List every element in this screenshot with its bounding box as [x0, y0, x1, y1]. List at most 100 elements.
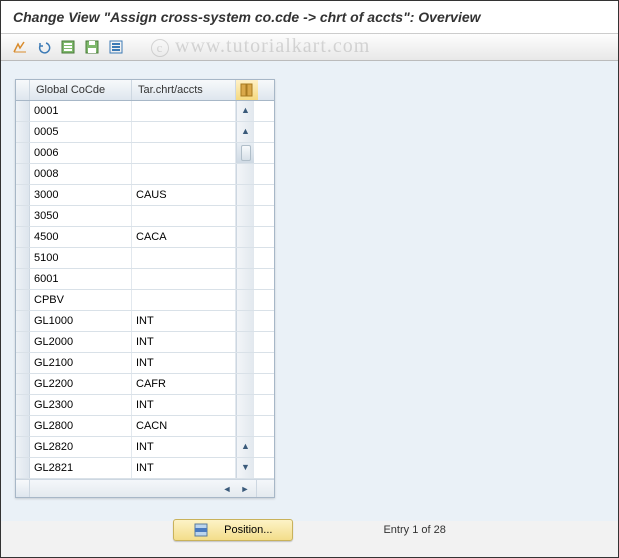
chart-input[interactable] — [136, 462, 231, 474]
cell-chart[interactable] — [132, 437, 236, 457]
cell-chart[interactable] — [132, 143, 236, 163]
cell-chart[interactable] — [132, 374, 236, 394]
vertical-scrollbar-segment[interactable] — [236, 206, 254, 226]
row-selector[interactable] — [16, 248, 30, 268]
chart-input[interactable] — [136, 189, 231, 201]
row-selector[interactable] — [16, 353, 30, 373]
cell-code[interactable] — [30, 290, 132, 310]
undo-icon[interactable] — [35, 38, 53, 56]
scroll-thumb[interactable] — [241, 145, 251, 161]
chart-input[interactable] — [136, 294, 231, 306]
row-selector[interactable] — [16, 143, 30, 163]
code-input[interactable] — [34, 231, 127, 243]
chart-input[interactable] — [136, 336, 231, 348]
vertical-scrollbar-segment[interactable] — [236, 248, 254, 268]
select-all-icon[interactable] — [59, 38, 77, 56]
chart-input[interactable] — [136, 210, 231, 222]
cell-chart[interactable] — [132, 122, 236, 142]
scroll-left-icon[interactable]: ◄ — [220, 482, 234, 496]
code-input[interactable] — [34, 336, 127, 348]
cell-chart[interactable] — [132, 458, 236, 478]
cell-code[interactable] — [30, 206, 132, 226]
change-icon[interactable] — [11, 38, 29, 56]
row-selector[interactable] — [16, 416, 30, 436]
chart-input[interactable] — [136, 420, 231, 432]
vertical-scrollbar-segment[interactable] — [236, 332, 254, 352]
chart-input[interactable] — [136, 399, 231, 411]
row-selector[interactable] — [16, 290, 30, 310]
row-selector[interactable] — [16, 374, 30, 394]
cell-chart[interactable] — [132, 101, 236, 121]
cell-chart[interactable] — [132, 185, 236, 205]
vertical-scrollbar-segment[interactable] — [236, 374, 254, 394]
row-selector[interactable] — [16, 122, 30, 142]
code-input[interactable] — [34, 147, 127, 159]
cell-code[interactable] — [30, 143, 132, 163]
code-input[interactable] — [34, 357, 127, 369]
code-input[interactable] — [34, 252, 127, 264]
cell-code[interactable] — [30, 353, 132, 373]
cell-chart[interactable] — [132, 164, 236, 184]
cell-code[interactable] — [30, 227, 132, 247]
row-selector[interactable] — [16, 101, 30, 121]
vertical-scrollbar-segment[interactable]: ▲ — [236, 101, 254, 121]
vertical-scrollbar-segment[interactable]: ▲ — [236, 437, 254, 457]
cell-chart[interactable] — [132, 227, 236, 247]
chart-input[interactable] — [136, 105, 231, 117]
row-selector-header[interactable] — [16, 80, 30, 100]
row-selector[interactable] — [16, 227, 30, 247]
code-input[interactable] — [34, 273, 127, 285]
cell-code[interactable] — [30, 458, 132, 478]
vertical-scrollbar-segment[interactable] — [236, 185, 254, 205]
cell-code[interactable] — [30, 311, 132, 331]
code-input[interactable] — [34, 462, 127, 474]
code-input[interactable] — [34, 315, 127, 327]
deselect-icon[interactable] — [107, 38, 125, 56]
cell-code[interactable] — [30, 332, 132, 352]
cell-chart[interactable] — [132, 248, 236, 268]
cell-chart[interactable] — [132, 416, 236, 436]
chart-input[interactable] — [136, 273, 231, 285]
chart-input[interactable] — [136, 126, 231, 138]
cell-code[interactable] — [30, 437, 132, 457]
cell-chart[interactable] — [132, 395, 236, 415]
scroll-top-icon[interactable]: ▲ — [239, 103, 253, 117]
cell-chart[interactable] — [132, 311, 236, 331]
vertical-scrollbar-segment[interactable] — [236, 164, 254, 184]
row-selector[interactable] — [16, 332, 30, 352]
code-input[interactable] — [34, 168, 127, 180]
vertical-scrollbar-segment[interactable] — [236, 353, 254, 373]
code-input[interactable] — [34, 189, 127, 201]
cell-code[interactable] — [30, 185, 132, 205]
row-selector[interactable] — [16, 185, 30, 205]
cell-chart[interactable] — [132, 353, 236, 373]
vertical-scrollbar-segment[interactable] — [236, 227, 254, 247]
horizontal-scrollbar[interactable]: ◄ ► — [30, 480, 256, 497]
chart-input[interactable] — [136, 378, 231, 390]
row-selector[interactable] — [16, 206, 30, 226]
vertical-scrollbar-segment[interactable] — [236, 416, 254, 436]
code-input[interactable] — [34, 399, 127, 411]
cell-code[interactable] — [30, 248, 132, 268]
chart-input[interactable] — [136, 252, 231, 264]
vertical-scrollbar-segment[interactable] — [236, 395, 254, 415]
code-input[interactable] — [34, 294, 127, 306]
row-selector[interactable] — [16, 395, 30, 415]
row-selector[interactable] — [16, 164, 30, 184]
code-input[interactable] — [34, 420, 127, 432]
code-input[interactable] — [34, 378, 127, 390]
code-input[interactable] — [34, 210, 127, 222]
chart-input[interactable] — [136, 147, 231, 159]
row-selector[interactable] — [16, 458, 30, 478]
scroll-right-icon[interactable]: ► — [238, 482, 252, 496]
cell-chart[interactable] — [132, 290, 236, 310]
code-input[interactable] — [34, 126, 127, 138]
row-selector[interactable] — [16, 311, 30, 331]
cell-code[interactable] — [30, 416, 132, 436]
cell-chart[interactable] — [132, 332, 236, 352]
row-selector[interactable] — [16, 269, 30, 289]
scroll-down-icon[interactable]: ▲ — [239, 439, 253, 453]
cell-code[interactable] — [30, 269, 132, 289]
chart-input[interactable] — [136, 168, 231, 180]
code-input[interactable] — [34, 105, 127, 117]
